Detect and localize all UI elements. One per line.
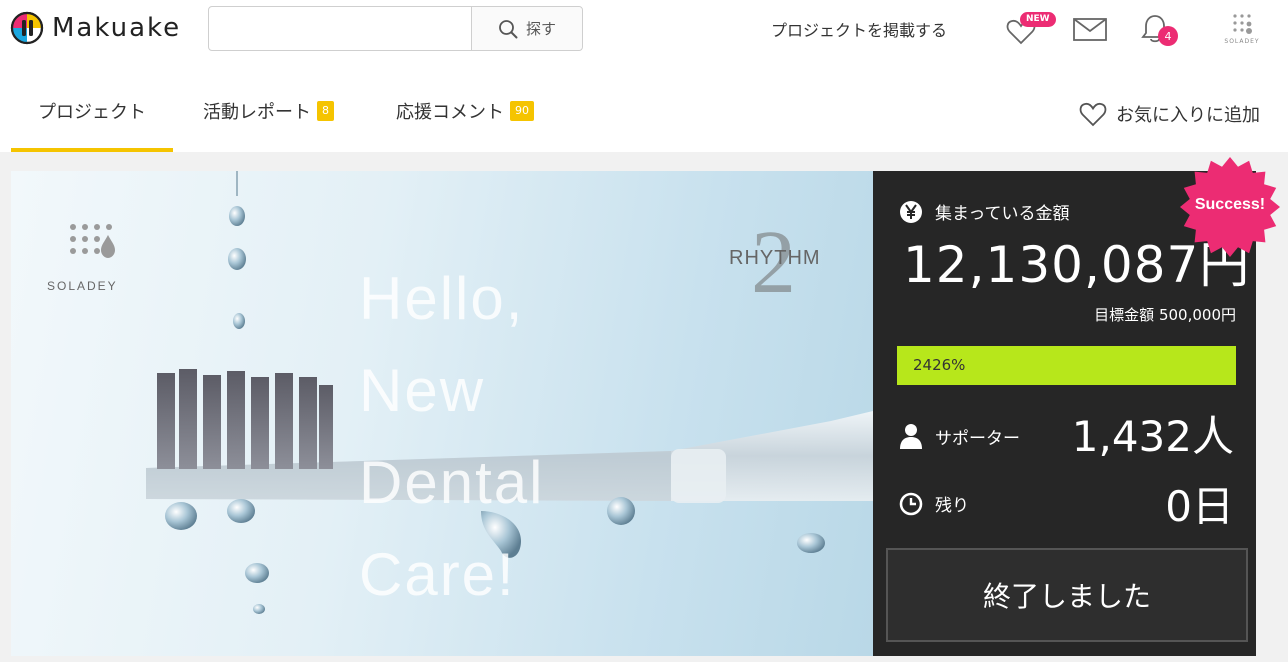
clock-icon: [899, 492, 923, 515]
tab-activity-report[interactable]: 活動レポート 8: [203, 70, 334, 152]
raised-amount-label-row: 集まっている金額: [899, 199, 1069, 224]
makuake-logo-icon: [10, 11, 44, 45]
soladey-logo-icon: [1233, 14, 1252, 34]
raised-amount-label: 集まっている金額: [935, 204, 1070, 224]
post-project-link[interactable]: プロジェクトを掲載する: [771, 17, 947, 41]
add-to-favorites-label: お気に入りに追加: [1116, 105, 1260, 126]
project-ended-button[interactable]: 終了しました: [886, 548, 1248, 642]
remaining-days: 0日: [1165, 482, 1234, 531]
goal-label: 目標金額: [1094, 306, 1155, 324]
search-button-label: 探す: [525, 20, 556, 38]
messages-button[interactable]: [1072, 12, 1108, 46]
activity-report-count-badge: 8: [317, 101, 334, 121]
tab-comments[interactable]: 応援コメント 90: [396, 70, 534, 152]
search-input[interactable]: [209, 7, 471, 50]
favorites-button[interactable]: NEW: [1004, 12, 1056, 46]
search-icon: [499, 19, 518, 38]
hero-tagline: Hello, New Dental Care!: [359, 253, 544, 621]
progress-bar: 2426%: [897, 346, 1236, 385]
new-badge: NEW: [1020, 12, 1056, 27]
add-to-favorites-button[interactable]: お気に入りに追加: [1078, 100, 1260, 128]
tab-comments-label: 応援コメント: [396, 102, 504, 123]
remaining-label-row: 残り: [899, 491, 969, 516]
tagline-line: New: [359, 357, 486, 424]
site-header: Makuake 探す プロジェクトを掲載する NEW 4 SOLADEY: [0, 0, 1288, 58]
supporters-count: 1,432人: [1071, 412, 1234, 461]
success-label: Success!: [1194, 196, 1266, 213]
search-box: 探す: [208, 6, 583, 51]
heart-icon: [1079, 102, 1107, 127]
person-icon: [900, 424, 922, 449]
project-hero-image[interactable]: SOLADEY 2 RHYTHM Hello, New Dental Care!: [11, 171, 873, 656]
success-badge: Success!: [1180, 155, 1280, 259]
search-button[interactable]: 探す: [471, 7, 582, 50]
notifications-button[interactable]: 4: [1138, 12, 1178, 46]
notification-count-badge: 4: [1158, 26, 1178, 46]
makuake-logo[interactable]: Makuake: [10, 10, 181, 46]
tab-activity-report-label: 活動レポート: [203, 102, 311, 123]
tagline-line: Care!: [359, 541, 516, 608]
avatar-label: SOLADEY: [1224, 38, 1260, 45]
supporters-label: サポーター: [935, 428, 1020, 449]
goal-value: 500,000円: [1158, 306, 1236, 324]
tab-project-label: プロジェクト: [38, 102, 146, 123]
logo-text: Makuake: [52, 13, 182, 43]
tab-project[interactable]: プロジェクト: [11, 70, 173, 152]
hero-brand-text: SOLADEY: [47, 279, 118, 293]
tagline-line: Dental: [359, 449, 545, 516]
yen-icon: [900, 200, 922, 223]
remaining-label: 残り: [935, 496, 969, 516]
mail-icon: [1073, 18, 1107, 41]
progress-percent: 2426%: [913, 356, 966, 374]
project-tabs: プロジェクト 活動レポート 8 応援コメント 90 お気に入りに追加: [0, 70, 1288, 152]
avatar[interactable]: SOLADEY: [1222, 12, 1262, 52]
tagline-line: Hello,: [359, 265, 525, 332]
goal-amount: 目標金額 500,000円: [1094, 304, 1236, 325]
comments-count-badge: 90: [510, 101, 534, 121]
hero-product-name: RHYTHM: [729, 247, 821, 269]
supporters-label-row: サポーター: [899, 423, 1020, 449]
